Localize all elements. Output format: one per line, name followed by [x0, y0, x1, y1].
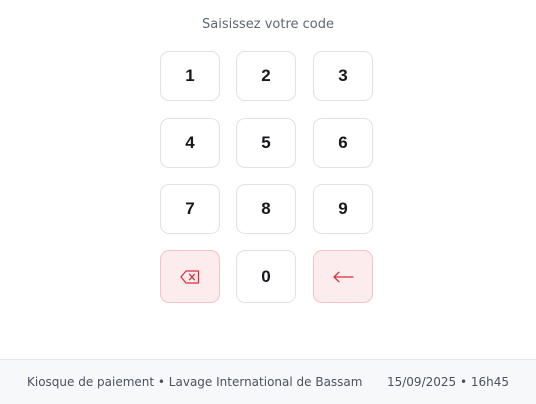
- kiosk-label: Kiosque de paiement • Lavage Internation…: [27, 375, 363, 389]
- key-8[interactable]: 8: [236, 184, 296, 234]
- numeric-keypad: 1 2 3 4 5 6 7 8 9 0: [160, 51, 376, 304]
- key-0[interactable]: 0: [236, 250, 296, 303]
- key-9[interactable]: 9: [313, 184, 373, 234]
- arrow-left-icon: [332, 271, 354, 283]
- key-5[interactable]: 5: [236, 118, 296, 168]
- key-6[interactable]: 6: [313, 118, 373, 168]
- key-1[interactable]: 1: [160, 51, 220, 101]
- status-footer: Kiosque de paiement • Lavage Internation…: [0, 359, 536, 404]
- key-7[interactable]: 7: [160, 184, 220, 234]
- key-3[interactable]: 3: [313, 51, 373, 101]
- backspace-icon: [180, 269, 200, 284]
- key-4[interactable]: 4: [160, 118, 220, 168]
- datetime-label: 15/09/2025 • 16h45: [386, 375, 509, 389]
- key-2[interactable]: 2: [236, 51, 296, 101]
- code-prompt: Saisissez votre code: [202, 17, 334, 32]
- clear-button[interactable]: [160, 250, 220, 303]
- back-button[interactable]: [313, 250, 373, 303]
